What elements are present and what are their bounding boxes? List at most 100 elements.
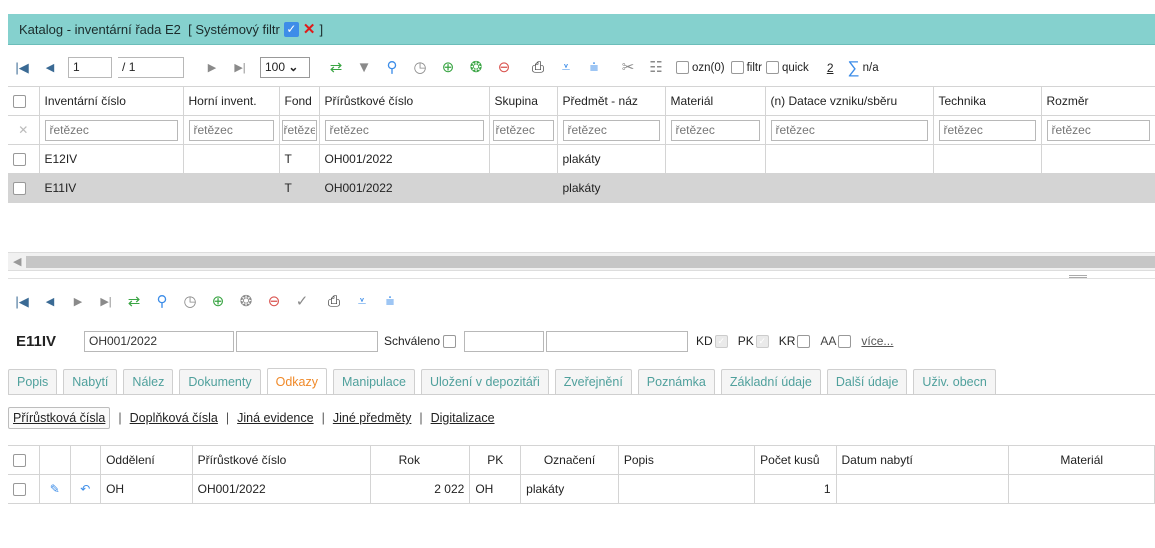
detail-last-icon[interactable]: ▶| (92, 292, 120, 312)
filter-technika-input[interactable] (938, 119, 1036, 141)
sublink-jine-predmety[interactable]: Jiné předměty (333, 411, 412, 425)
tools-icon[interactable]: ✂ (614, 58, 642, 78)
system-filter-close-icon[interactable]: ✕ (303, 20, 316, 38)
sublink-jina-evidence[interactable]: Jiná evidence (237, 411, 313, 425)
sub-col-header-oznaceni[interactable]: Označení (520, 445, 619, 475)
col-header-datace[interactable]: (n) Datace vzniku/sběru (765, 86, 934, 116)
page-current-input[interactable]: 1 (68, 57, 112, 78)
filter-inv-input[interactable] (44, 119, 178, 141)
page-size-select[interactable]: 100 ⌄ (260, 57, 310, 78)
sort-down-icon[interactable]: ⩡ (552, 58, 580, 78)
more-link[interactable]: více... (861, 334, 893, 348)
schvaleno-checkbox[interactable] (443, 334, 457, 348)
sub-col-header-material[interactable]: Materiál (1008, 445, 1155, 475)
sub-select-all-cell[interactable] (8, 445, 41, 475)
ozn-checkbox[interactable] (676, 61, 689, 74)
col-header-predmet[interactable]: Předmět - náz (557, 86, 666, 116)
scroll-left-icon[interactable]: ◀ (13, 255, 21, 268)
tab-zverejneni[interactable]: Zveřejnění (554, 369, 632, 394)
undo-icon[interactable]: ↶ (70, 474, 102, 504)
col-header-horni[interactable]: Horní invent. (183, 86, 280, 116)
select-all-checkbox[interactable] (13, 95, 26, 109)
filter-icon[interactable]: ▼ (350, 58, 378, 78)
tab-odkazy[interactable]: Odkazy (266, 368, 328, 394)
sub-col-header-popis[interactable]: Popis (618, 445, 756, 475)
col-header-rozmer[interactable]: Rozměr (1041, 86, 1155, 116)
detail-first-icon[interactable]: |◀ (8, 292, 36, 312)
main-grid-hscrollbar[interactable]: ◀ (8, 252, 1155, 271)
sub-col-header-datum[interactable]: Datum nabytí (836, 445, 1010, 475)
first-page-icon[interactable]: |◀ (8, 58, 36, 78)
search-icon[interactable]: ⚲ (378, 58, 406, 78)
quick-checkbox[interactable] (765, 61, 779, 74)
tab-nalez[interactable]: Nález (123, 369, 174, 394)
filter-material-input[interactable] (670, 119, 760, 141)
record-count-link[interactable]: 2 (827, 61, 834, 75)
hscroll-thumb[interactable] (26, 256, 1155, 268)
sub-col-header-pocet[interactable]: Počet kusů (754, 445, 837, 475)
last-page-icon[interactable]: ▶| (226, 58, 254, 78)
detail-delete-icon[interactable]: ⊖ (260, 292, 288, 312)
select-all-cell[interactable] (8, 86, 40, 116)
filter-rozmer-input[interactable] (1046, 119, 1150, 141)
detail-confirm-icon[interactable]: ✓ (288, 292, 316, 312)
next-page-icon[interactable]: ▶ (198, 58, 226, 78)
sub-col-header-pk[interactable]: PK (469, 445, 522, 475)
tab-manipulace[interactable]: Manipulace (333, 369, 415, 394)
sublink-digitalizace[interactable]: Digitalizace (431, 411, 495, 425)
col-header-prir[interactable]: Přírůstkové číslo (319, 86, 490, 116)
col-header-fond[interactable]: Fond (279, 86, 320, 116)
tab-popis[interactable]: Popis (8, 369, 58, 394)
detail-blank-field-2[interactable] (464, 330, 545, 352)
history-icon[interactable]: ◷ (406, 58, 434, 78)
kr-checkbox[interactable] (797, 334, 811, 348)
detail-history-icon[interactable]: ◷ (176, 292, 204, 312)
columns-icon[interactable]: ☷ (642, 58, 670, 78)
col-header-skupina[interactable]: Skupina (489, 86, 558, 116)
tab-dalsi-udaje[interactable]: Další údaje (826, 369, 908, 394)
pencil-icon[interactable]: ✎ (39, 474, 71, 504)
clear-filter-icon[interactable]: ✕ (8, 115, 40, 145)
sub-col-header-oddeleni[interactable]: Oddělení (100, 445, 193, 475)
detail-copy-add-icon[interactable]: ❂ (232, 292, 260, 312)
add-icon[interactable]: ⊕ (434, 58, 462, 78)
panel-splitter[interactable] (8, 271, 1155, 279)
prev-page-icon[interactable]: ◀ (36, 58, 64, 78)
sub-row-checkbox[interactable] (13, 483, 26, 497)
filtr-checkbox[interactable] (730, 61, 744, 74)
filter-skupina-input[interactable] (492, 119, 554, 141)
copy-add-icon[interactable]: ❂ (462, 58, 490, 78)
detail-blank-field-1[interactable] (236, 330, 378, 352)
tab-zakladni-udaje[interactable]: Základní údaje (720, 369, 821, 394)
delete-icon[interactable]: ⊖ (490, 58, 518, 78)
detail-prev-icon[interactable]: ◀ (36, 292, 64, 312)
tab-dokumenty[interactable]: Dokumenty (179, 369, 261, 394)
detail-blank-field-3[interactable] (546, 330, 689, 352)
system-filter-checkbox[interactable]: ✓ (283, 21, 299, 37)
tab-uziv-obecne[interactable]: Uživ. obecn (913, 369, 996, 394)
filter-prir-input[interactable] (324, 119, 484, 141)
detail-next-icon[interactable]: ▶ (64, 292, 92, 312)
pk-checkbox[interactable]: ✓ (755, 334, 769, 348)
sub-select-all-checkbox[interactable] (13, 454, 26, 468)
filter-horni-input[interactable] (188, 119, 274, 141)
filter-fond-input[interactable] (281, 119, 317, 141)
detail-prir-field[interactable]: OH001/2022 (84, 330, 234, 352)
detail-add-icon[interactable]: ⊕ (204, 292, 232, 312)
table-row-selected[interactable]: E11IV T OH001/2022 plakáty (8, 173, 1155, 203)
sum-icon[interactable]: ∑ (848, 58, 860, 78)
tab-poznamka[interactable]: Poznámka (637, 369, 715, 394)
kd-checkbox[interactable]: ✓ (714, 334, 728, 348)
detail-sort-down-icon[interactable]: ⩡ (348, 292, 376, 312)
filter-predmet-input[interactable] (562, 119, 660, 141)
detail-search-icon[interactable]: ⚲ (148, 292, 176, 312)
col-header-material[interactable]: Materiál (665, 86, 766, 116)
refresh-icon[interactable]: ⇄ (322, 58, 350, 78)
row-checkbox[interactable] (13, 153, 26, 167)
sublink-prirustkova[interactable]: Přírůstková čísla (8, 407, 111, 429)
table-row[interactable]: E12IV T OH001/2022 plakáty (8, 144, 1155, 174)
detail-refresh-icon[interactable]: ⇄ (120, 292, 148, 312)
sub-col-header-rok[interactable]: Rok (370, 445, 471, 475)
detail-print-icon[interactable]: ⎙ (320, 292, 348, 312)
filter-datace-input[interactable] (770, 119, 928, 141)
